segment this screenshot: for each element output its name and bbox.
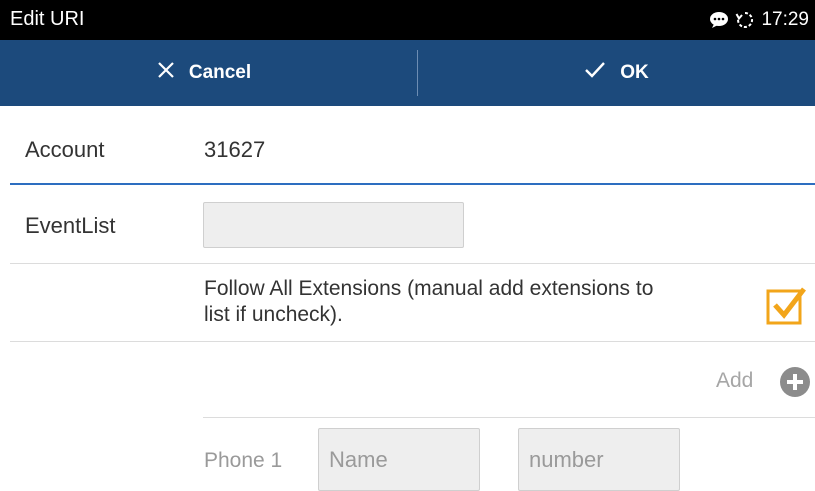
- account-value[interactable]: 31627: [204, 137, 265, 163]
- ok-button[interactable]: OK: [418, 40, 815, 106]
- close-icon: [157, 61, 175, 85]
- follow-all-checkbox[interactable]: [766, 285, 806, 325]
- sync-icon: [735, 10, 755, 30]
- account-label: Account: [25, 137, 105, 162]
- chat-bubble-icon: [709, 11, 729, 29]
- eventlist-label: EventList: [25, 213, 116, 238]
- phone-number-input[interactable]: number: [518, 428, 680, 491]
- checked-box-icon: [766, 287, 806, 325]
- cancel-label: Cancel: [188, 62, 252, 83]
- divider: [10, 341, 815, 342]
- action-bar: Cancel OK: [0, 40, 815, 106]
- ok-label: OK: [620, 62, 649, 83]
- add-icon[interactable]: [779, 366, 811, 398]
- cancel-button[interactable]: Cancel: [0, 40, 408, 106]
- add-label[interactable]: Add: [716, 369, 753, 393]
- divider: [10, 263, 815, 264]
- window-title: Edit URI: [10, 8, 85, 30]
- divider: [203, 417, 815, 418]
- account-focus-line: [10, 183, 815, 185]
- clock: 17:29: [761, 9, 809, 30]
- follow-all-label: Follow All Extensions (manual add extens…: [204, 277, 654, 326]
- checkmark-icon: [584, 61, 606, 85]
- phone-name-input[interactable]: Name: [318, 428, 480, 491]
- phone-label: Phone 1: [204, 449, 283, 472]
- eventlist-input[interactable]: [203, 202, 464, 248]
- status-bar: Edit URI 17:29: [0, 0, 815, 40]
- status-icons: 17:29: [709, 9, 809, 31]
